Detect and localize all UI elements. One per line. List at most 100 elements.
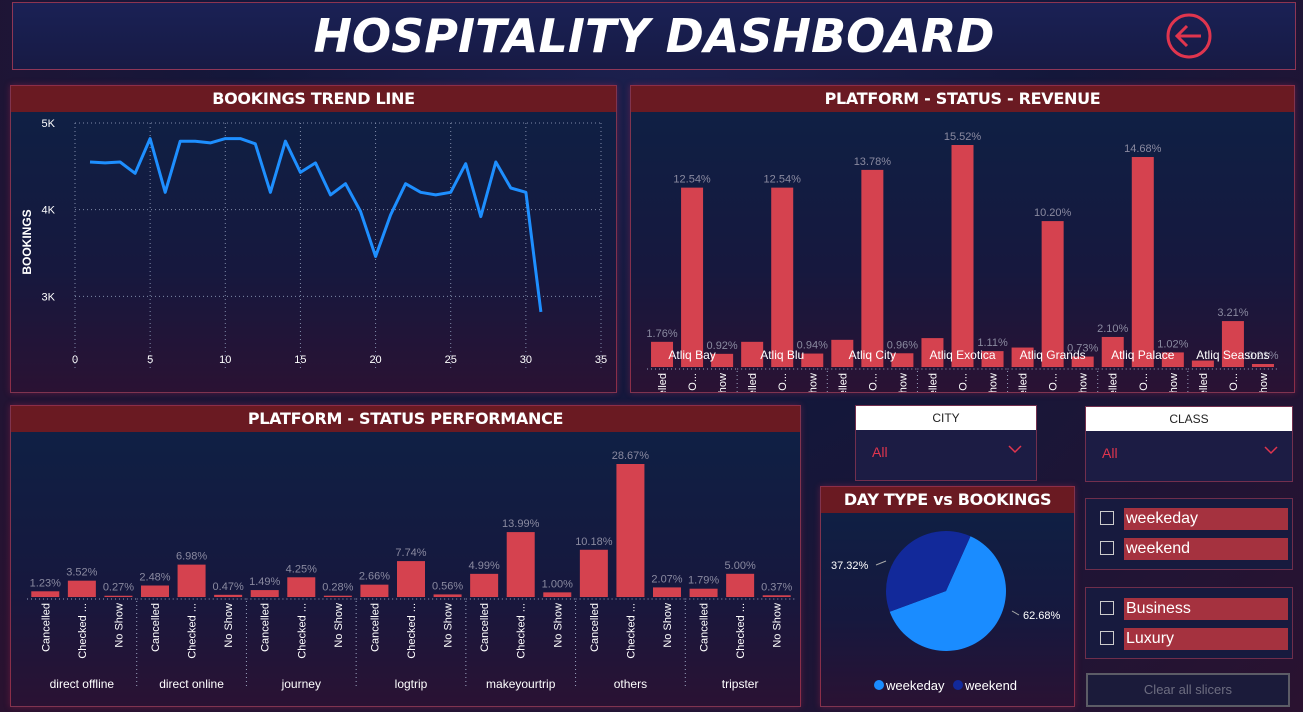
bar <box>177 564 206 597</box>
day-type-title: DAY TYPE vs BOOKINGS <box>821 487 1074 513</box>
status-label: No Show <box>223 603 235 648</box>
y-tick-label: 3K <box>42 291 56 303</box>
status-label: No Show <box>897 373 909 392</box>
group-label: Atliq Grands <box>1020 348 1086 362</box>
status-label: Checked ... <box>516 603 528 659</box>
data-label: 0.37% <box>761 581 792 593</box>
status-label: Checked ... <box>296 603 308 659</box>
legend-marker <box>953 680 963 690</box>
status-label: Checked ... <box>735 603 747 659</box>
bar <box>1041 221 1064 367</box>
y-tick-label: 4K <box>42 205 56 217</box>
bar <box>287 577 316 597</box>
bar <box>1131 157 1154 367</box>
x-tick-label: 35 <box>595 354 607 366</box>
x-tick-label: 30 <box>520 354 532 366</box>
status-label: Cancelled <box>260 603 272 652</box>
bar <box>323 595 352 597</box>
platform-status-performance-panel: PLATFORM - STATUS PERFORMANCE 1.23% Cance… <box>10 405 801 707</box>
bar <box>397 561 425 597</box>
room-option-label: Business <box>1124 598 1288 620</box>
status-label: Cancelled <box>150 603 162 652</box>
day-option-label: weekeday <box>1124 508 1288 530</box>
x-tick-label: 25 <box>445 354 457 366</box>
group-label: Atliq Seasons <box>1196 348 1269 362</box>
pie-label: 62.68% <box>1023 610 1061 622</box>
data-label: 1.23% <box>30 577 61 589</box>
room-option-luxury[interactable]: Luxury <box>1100 628 1290 650</box>
room-option-business[interactable]: Business <box>1100 598 1290 620</box>
data-label: 15.52% <box>944 131 982 143</box>
legend-label: weekeday <box>885 678 945 693</box>
status-label: No Show <box>552 603 564 648</box>
city-slicer-value: All <box>872 444 888 460</box>
bar <box>141 585 169 597</box>
bar <box>771 187 794 367</box>
legend-label: weekend <box>964 678 1017 693</box>
status-label: No Show <box>662 603 674 648</box>
data-label: 4.99% <box>469 560 500 572</box>
status-label: Checked O... <box>1138 373 1150 392</box>
status-label: Cancelled <box>657 373 669 392</box>
status-label: Checked O... <box>1048 373 1060 392</box>
status-label: Cancelled <box>369 603 381 652</box>
data-label: 10.20% <box>1034 207 1072 219</box>
back-arrow-icon[interactable] <box>1165 12 1213 60</box>
x-tick-label: 10 <box>219 354 231 366</box>
legend-marker <box>874 680 884 690</box>
group-label: Atliq Palace <box>1111 348 1175 362</box>
data-label: 6.98% <box>176 551 207 563</box>
checkbox[interactable] <box>1100 511 1114 525</box>
data-label: 4.25% <box>286 563 317 575</box>
y-axis-label: BOOKINGS <box>20 209 34 274</box>
checkbox[interactable] <box>1100 631 1114 645</box>
status-label: Checked ... <box>406 603 418 659</box>
bar <box>861 169 884 367</box>
y-tick-label: 5K <box>42 118 56 130</box>
chevron-down-icon[interactable] <box>1264 445 1278 455</box>
bar <box>360 584 389 597</box>
status-label: Checked ... <box>625 603 637 659</box>
bar <box>951 145 974 367</box>
status-label: Cancelled <box>1198 373 1210 392</box>
bar <box>1251 363 1274 367</box>
group-label: makeyourtrip <box>486 677 556 691</box>
status-label: Cancelled <box>479 603 491 652</box>
status-label: Checked O... <box>867 373 879 392</box>
status-label: No Show <box>1078 373 1090 392</box>
status-label: Cancelled <box>747 373 759 392</box>
bar <box>470 573 499 597</box>
pie-label: 37.32% <box>831 560 869 572</box>
city-slicer-label: CITY <box>856 406 1036 430</box>
status-label: No Show <box>443 603 455 648</box>
data-label: 0.56% <box>432 580 463 592</box>
day-type-slicer: weekeday weekend <box>1085 498 1293 570</box>
bar <box>653 587 681 597</box>
data-label: 5.00% <box>725 560 756 572</box>
day-type-pie-chart: 62.68% 37.32% weekeday weekend <box>831 531 1061 693</box>
bar <box>250 590 279 597</box>
status-label: Checked O... <box>958 373 970 392</box>
day-option-weekeday[interactable]: weekeday <box>1100 508 1290 530</box>
page-title: HOSPITALITY DASHBOARD <box>313 9 995 63</box>
data-label: 3.52% <box>66 567 97 579</box>
bar <box>67 580 96 597</box>
day-type-panel: DAY TYPE vs BOOKINGS 62.68% 37.32% weekeda… <box>820 486 1075 707</box>
checkbox[interactable] <box>1100 601 1114 615</box>
bookings-trend-title: BOOKINGS TREND LINE <box>11 86 616 112</box>
data-label: 13.78% <box>854 156 892 168</box>
group-label: Atliq Exotica <box>929 348 995 362</box>
data-label: 3.21% <box>1217 307 1248 319</box>
clear-slicers-button[interactable]: Clear all slicers <box>1086 673 1290 707</box>
x-tick-label: 20 <box>369 354 381 366</box>
data-label: 2.10% <box>1097 323 1128 335</box>
city-slicer[interactable]: CITY All <box>855 405 1037 481</box>
data-label: 12.54% <box>764 174 802 186</box>
status-label: No Show <box>1168 373 1180 392</box>
class-slicer[interactable]: CLASS All <box>1085 406 1293 482</box>
chevron-down-icon[interactable] <box>1008 444 1022 454</box>
checkbox[interactable] <box>1100 541 1114 555</box>
day-option-weekend[interactable]: weekend <box>1100 538 1290 560</box>
revenue-title: PLATFORM - STATUS - REVENUE <box>631 86 1294 112</box>
data-label: 0.47% <box>213 581 244 593</box>
